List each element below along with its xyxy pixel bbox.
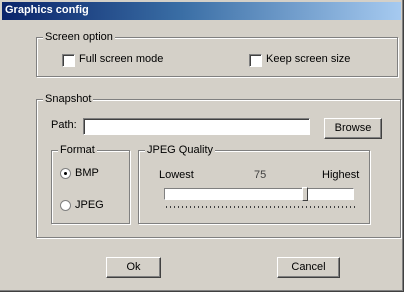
title-bar[interactable]: Graphics config bbox=[2, 2, 401, 20]
bmp-radio[interactable] bbox=[60, 168, 71, 179]
cancel-button-label: Cancel bbox=[291, 261, 326, 273]
snapshot-legend: Snapshot bbox=[43, 93, 94, 105]
bmp-label[interactable]: BMP bbox=[75, 167, 99, 179]
screen-option-group: Screen option Full screen mode Keep scre… bbox=[36, 31, 398, 77]
path-label: Path: bbox=[51, 119, 77, 131]
cancel-button[interactable]: Cancel bbox=[277, 257, 340, 278]
format-legend: Format bbox=[58, 144, 97, 156]
format-group: Format BMP JPEG bbox=[51, 144, 130, 224]
full-screen-label[interactable]: Full screen mode bbox=[79, 53, 163, 65]
quality-value-label: 75 bbox=[254, 169, 267, 181]
screen-option-legend: Screen option bbox=[43, 31, 115, 43]
browse-button[interactable]: Browse bbox=[324, 118, 382, 139]
browse-button-label: Browse bbox=[334, 122, 372, 134]
quality-highest-label: Highest bbox=[322, 169, 360, 181]
quality-lowest-label: Lowest bbox=[159, 169, 194, 181]
quality-slider[interactable] bbox=[164, 187, 354, 201]
quality-slider-ticks bbox=[166, 206, 355, 208]
jpeg-label[interactable]: JPEG bbox=[75, 199, 104, 211]
path-input[interactable] bbox=[83, 118, 310, 135]
keep-screen-size-checkbox[interactable] bbox=[249, 54, 262, 67]
full-screen-checkbox[interactable] bbox=[62, 54, 75, 67]
snapshot-group: Snapshot Path: Browse Format BMP JPEG JP… bbox=[36, 93, 401, 238]
jpeg-radio[interactable] bbox=[60, 200, 71, 211]
jpeg-quality-legend: JPEG Quality bbox=[145, 144, 216, 156]
ok-button-label: Ok bbox=[126, 261, 141, 273]
quality-slider-thumb[interactable] bbox=[302, 187, 308, 201]
window-title: Graphics config bbox=[5, 4, 89, 16]
jpeg-quality-group: JPEG Quality Lowest 75 Highest bbox=[138, 144, 370, 224]
ok-button[interactable]: Ok bbox=[106, 257, 161, 278]
graphics-config-dialog: Graphics config Screen option Full scree… bbox=[0, 0, 404, 292]
keep-screen-size-label[interactable]: Keep screen size bbox=[266, 53, 350, 65]
